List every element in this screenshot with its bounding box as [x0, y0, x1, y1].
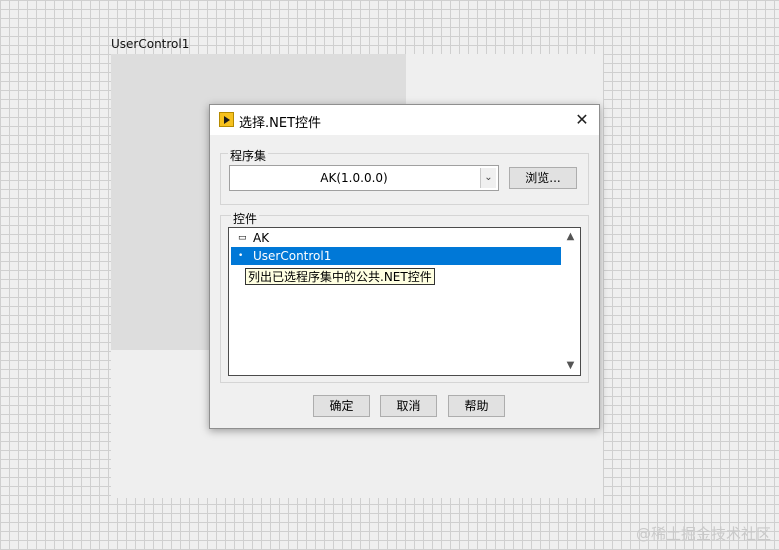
scroll-up-icon[interactable]: ▲	[562, 229, 579, 245]
ok-button[interactable]: 确定	[313, 395, 370, 417]
controls-group-label: 控件	[231, 210, 260, 227]
chevron-down-icon[interactable]: ⌄	[480, 168, 496, 188]
assembly-group-label: 程序集	[228, 147, 269, 164]
control-icon: •	[238, 251, 244, 261]
list-item[interactable]: ▭ AK	[231, 229, 561, 247]
scroll-down-icon[interactable]: ▼	[562, 358, 579, 374]
close-button[interactable]: ✕	[569, 107, 595, 133]
assembly-select[interactable]: AK(1.0.0.0) ⌄	[229, 165, 499, 191]
list-item-label: AK	[253, 231, 270, 245]
select-dotnet-control-dialog: 选择.NET控件 ✕ 程序集 AK(1.0.0.0) ⌄ 浏览... 控件 ▭ …	[209, 104, 600, 429]
tooltip: 列出已选程序集中的公共.NET控件	[245, 268, 435, 285]
list-item[interactable]: • UserControl1	[231, 247, 561, 265]
watermark: @稀土掘金技术社区	[635, 525, 771, 543]
list-item-label: UserControl1	[253, 249, 332, 263]
help-button[interactable]: 帮助	[448, 395, 505, 417]
controls-list[interactable]: ▭ AK • UserControl1 ▲ ▼	[228, 227, 581, 376]
browse-button[interactable]: 浏览...	[509, 167, 577, 189]
assembly-select-value: AK(1.0.0.0)	[320, 171, 388, 185]
pane-label: UserControl1	[111, 37, 190, 51]
assembly-icon: ▭	[238, 233, 247, 243]
labview-icon	[219, 112, 234, 127]
cancel-button[interactable]: 取消	[380, 395, 437, 417]
dialog-titlebar[interactable]: 选择.NET控件 ✕	[210, 105, 599, 135]
dialog-title: 选择.NET控件	[239, 116, 322, 131]
list-scrollbar[interactable]: ▲ ▼	[562, 229, 579, 374]
